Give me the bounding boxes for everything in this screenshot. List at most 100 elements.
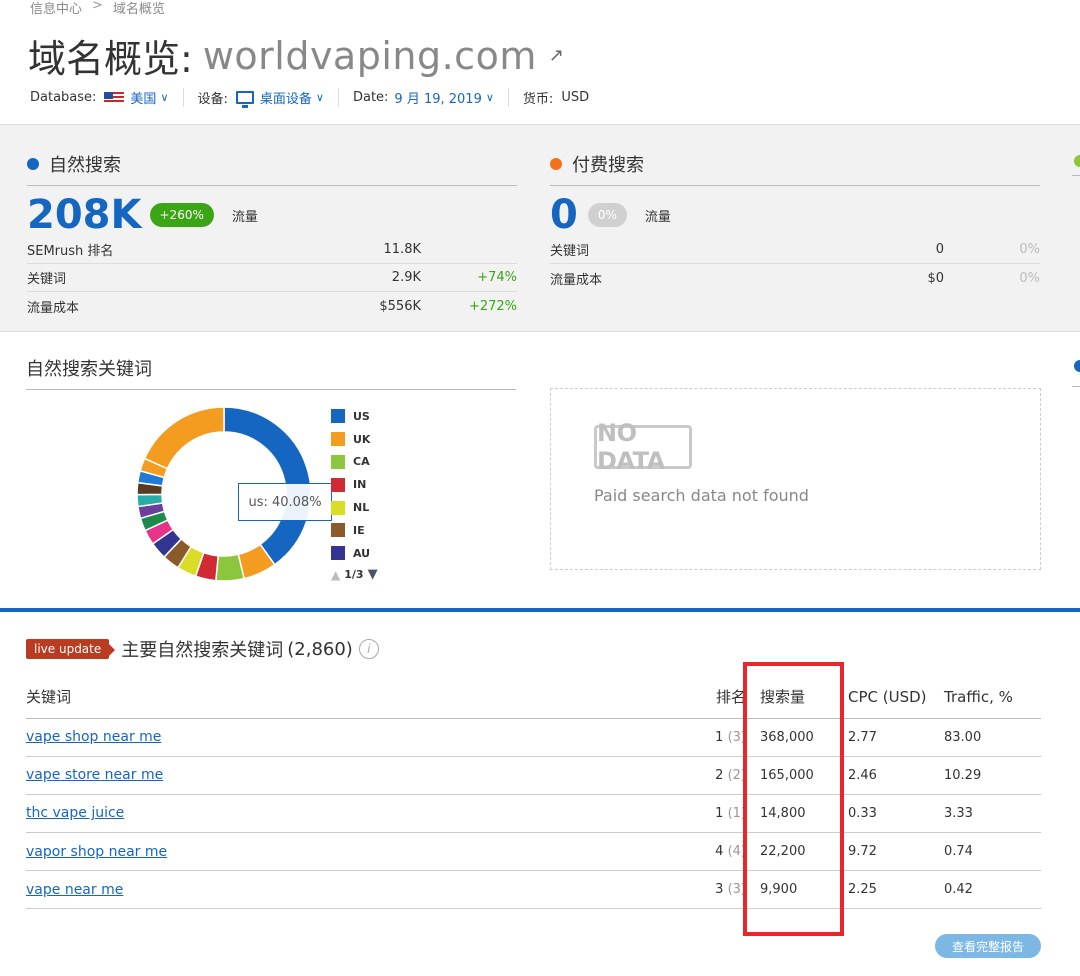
cpc-cell: 2.46: [848, 756, 944, 795]
position-value: 3: [715, 882, 724, 898]
position-value: 1: [715, 805, 724, 821]
organic-stat-value[interactable]: $556K: [307, 299, 421, 314]
currency-filter: 货币: USD: [523, 88, 603, 107]
page-title: 域名概览: worldvaping.com ↗: [28, 28, 564, 83]
triangle-down-icon[interactable]: ▼: [368, 567, 378, 582]
paid-stat-label: 关键词: [550, 244, 590, 259]
legend-item[interactable]: IE: [331, 519, 378, 542]
organic-search-title: 自然搜索: [49, 155, 121, 176]
chevron-down-icon[interactable]: ∨: [160, 91, 168, 104]
legend-label: AU: [353, 546, 371, 560]
traffic-cell: 10.29: [944, 756, 1041, 795]
organic-stat-label: 流量成本: [27, 300, 80, 316]
truncated-panel-dot-icon: [1074, 360, 1080, 372]
paid-traffic-row: 0 0% 流量: [550, 192, 1040, 238]
keyword-link[interactable]: vape shop near me: [26, 729, 161, 745]
database-filter[interactable]: Database: 美国 ∨: [30, 88, 184, 107]
top-keywords-header: live update 主要自然搜索关键词 (2,860) i: [26, 636, 379, 662]
paid-stat-row: 关键词 0 0%: [550, 236, 1040, 264]
device-label: 设备:: [197, 92, 228, 107]
table-row: vape near me 3 (3) 9,900 2.25 0.42: [26, 870, 1041, 910]
device-filter[interactable]: 设备: 桌面设备 ∨: [197, 88, 339, 108]
truncated-card-divider: [1072, 175, 1080, 176]
summary-band: 自然搜索 208K +260% 流量 SEMrush 排名 11.8K 关键词 …: [0, 124, 1080, 332]
no-data-message: Paid search data not found: [594, 486, 809, 505]
paid-stat-row: 流量成本 $0 0%: [550, 264, 1040, 292]
column-header-traffic[interactable]: Traffic, %: [944, 676, 1041, 719]
external-link-icon[interactable]: ↗: [549, 45, 564, 66]
us-flag-icon: [104, 91, 125, 104]
traffic-cell: 3.33: [944, 794, 1041, 834]
keyword-link[interactable]: vape store near me: [26, 767, 163, 783]
top-keywords-count: (2,860): [287, 638, 353, 660]
keyword-link[interactable]: vape near me: [26, 882, 123, 898]
cpc-cell: 2.77: [848, 718, 944, 757]
legend-item[interactable]: CA: [331, 451, 378, 474]
breadcrumb-current: 域名概览: [112, 2, 165, 17]
organic-dot-icon: [27, 158, 39, 170]
legend-item[interactable]: NL: [331, 496, 378, 519]
device-value[interactable]: 桌面设备: [260, 88, 312, 107]
legend-item[interactable]: IN: [331, 473, 378, 496]
paid-stat-label: 流量成本: [550, 272, 603, 288]
organic-stat-label: 关键词: [27, 272, 67, 287]
no-data-badge: NO DATA: [594, 419, 692, 475]
table-row: vapor shop near me 4 (4) 22,200 9.72 0.7…: [26, 832, 1041, 872]
organic-stat-change: +272%: [468, 298, 517, 314]
chart-legend: US UK CA IN NL IE AU ▲ 1/3 ▼: [331, 405, 378, 585]
domain-name: worldvaping.com: [202, 33, 537, 78]
organic-stat-value[interactable]: 11.8K: [307, 242, 421, 257]
organic-traffic-value[interactable]: 208K: [27, 192, 142, 238]
chevron-down-icon[interactable]: ∨: [486, 91, 494, 104]
traffic-cell: 83.00: [944, 718, 1041, 757]
position-value: 2: [715, 767, 724, 783]
donut-slice-other-8[interactable]: [143, 406, 225, 470]
paid-stat-change: 0%: [1019, 242, 1040, 257]
full-report-button[interactable]: 查看完整报告: [935, 934, 1041, 958]
breadcrumb: 信息中心 > 域名概览: [30, 0, 165, 17]
donut-slice-ca[interactable]: [215, 553, 246, 582]
keyword-link[interactable]: thc vape juice: [26, 805, 124, 821]
legend-page-indicator: 1/3: [344, 568, 364, 582]
legend-label: IN: [353, 478, 367, 492]
chart-tooltip: us: 40.08%: [238, 483, 332, 521]
date-filter[interactable]: Date: 9 月 19, 2019 ∨: [353, 88, 509, 107]
chevron-down-icon[interactable]: ∨: [316, 91, 324, 104]
organic-search-header: 自然搜索: [27, 151, 517, 186]
breadcrumb-home[interactable]: 信息中心: [30, 0, 82, 17]
top-keywords-title: 主要自然搜索关键词: [121, 640, 284, 661]
truncated-panel-divider: [1072, 386, 1080, 387]
cpc-cell: 0.33: [848, 794, 944, 834]
column-header-cpc[interactable]: CPC (USD): [848, 676, 944, 719]
legend-item[interactable]: AU: [331, 542, 378, 565]
organic-stat-value[interactable]: 2.9K: [307, 270, 421, 285]
legend-swatch: [331, 432, 345, 447]
page-title-label: 域名概览:: [28, 37, 193, 81]
legend-swatch: [331, 500, 345, 515]
currency-label: 货币:: [522, 92, 554, 107]
triangle-up-icon[interactable]: ▲: [331, 568, 340, 582]
top-keywords-table: 关键词 排名 搜索量 CPC (USD) Traffic, % vape sho…: [26, 676, 1041, 910]
paid-stat-value[interactable]: $0: [830, 271, 944, 286]
organic-keywords-title: 自然搜索关键词: [26, 355, 516, 390]
keyword-link[interactable]: vapor shop near me: [26, 844, 167, 860]
database-label: Database:: [30, 90, 97, 105]
paid-search-no-data-panel: NO DATA Paid search data not found: [550, 388, 1041, 570]
paid-traffic-value[interactable]: 0: [550, 192, 578, 238]
paid-stat-value[interactable]: 0: [830, 242, 944, 257]
legend-item[interactable]: US: [331, 405, 378, 428]
legend-item[interactable]: UK: [331, 428, 378, 451]
breadcrumb-separator: >: [92, 0, 103, 13]
legend-label: NL: [353, 501, 370, 515]
info-icon[interactable]: i: [358, 639, 379, 659]
legend-swatch: [331, 523, 345, 538]
position-value: 4: [715, 844, 724, 860]
legend-label: CA: [353, 455, 370, 469]
legend-label: US: [353, 409, 370, 423]
legend-swatch: [331, 546, 345, 561]
paid-dot-icon: [550, 158, 562, 170]
table-row: vape shop near me 1 (3) 368,000 2.77 83.…: [26, 718, 1041, 757]
database-value[interactable]: 美国: [130, 88, 156, 107]
column-header-keyword[interactable]: 关键词: [26, 676, 696, 719]
date-value[interactable]: 9 月 19, 2019: [394, 88, 481, 107]
